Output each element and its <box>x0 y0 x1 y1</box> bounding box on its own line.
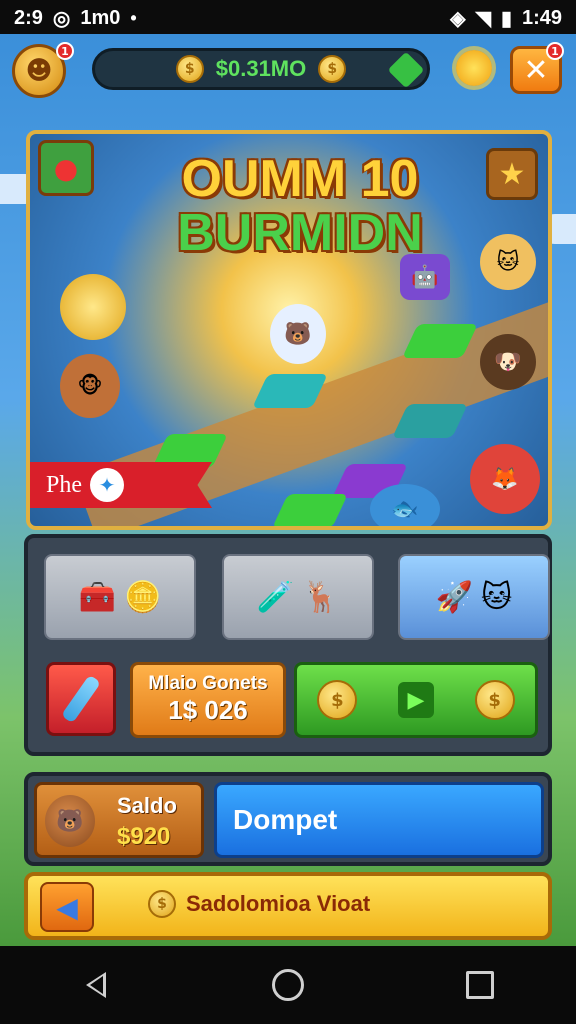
vibrate-icon: ◈ <box>450 8 466 30</box>
play-bar[interactable]: $ ▶ $ <box>294 662 538 738</box>
balance-panel: 🐻 Saldo $920 Dompet <box>24 772 552 866</box>
shop-item-deer[interactable]: 🧪 🦌 <box>222 554 374 640</box>
mega-offer-label: Mlaio Gonets <box>148 673 268 694</box>
nav-home-button[interactable] <box>258 955 318 1015</box>
saldo-label: Saldo <box>117 793 177 818</box>
nav-back-button[interactable] <box>66 955 126 1015</box>
avatar-icon: ☻ <box>25 56 53 86</box>
pen-tool-button[interactable] <box>46 662 116 736</box>
wifi-icon: ◥ <box>475 8 491 30</box>
currency-value: $0.31MO <box>215 56 307 81</box>
rocket-icon: 🚀 <box>435 579 474 615</box>
coin-icon: $ <box>175 55 204 83</box>
cat-character: 🐱 <box>480 234 536 290</box>
deer-icon: 🦌 <box>302 579 340 615</box>
dompet-label: Dompet <box>233 804 338 835</box>
potion-icon: 🧪 <box>256 579 294 615</box>
saldo-card[interactable]: 🐻 Saldo $920 <box>34 782 204 858</box>
status-time-left: 2:9 <box>14 7 43 29</box>
pen-icon <box>60 674 102 724</box>
saldo-value: $920 <box>117 823 171 850</box>
cat-icon: 🐱 <box>481 579 513 615</box>
dompet-button[interactable]: Dompet <box>214 782 544 858</box>
location-icon: ◎ <box>52 8 71 30</box>
shop-item-rocket[interactable]: 🚀 🐱 <box>398 554 550 640</box>
signal-icon: ▮ <box>500 8 512 30</box>
apple-icon[interactable]: ● <box>38 140 94 196</box>
banner-title-line2: BURMIDN <box>177 204 423 262</box>
notification-dot: • <box>130 8 137 28</box>
home-icon <box>272 969 304 1001</box>
adventurer-character: 🐵 <box>60 354 120 418</box>
status-time-right: 1:49 <box>521 7 562 29</box>
system-nav-bar <box>0 946 576 1024</box>
close-icon: ✕ <box>523 52 549 88</box>
bear-character: 🐻 <box>270 304 326 364</box>
dog-character: 🐶 <box>480 334 536 390</box>
status-carrier: 1m0 <box>80 7 121 29</box>
banner-title: OUMM 10 BURMIDN <box>140 152 460 260</box>
status-bar-right: ◈ ◥ ▮ 1:49 <box>450 6 562 31</box>
status-bar-left: 2:9 ◎ 1m0 • <box>14 6 137 31</box>
ribbon-label: Phe <box>46 471 82 498</box>
banner-ribbon[interactable]: Phe ✦ <box>30 462 212 508</box>
sun-icon[interactable] <box>456 50 492 86</box>
coin-icon: $ <box>148 890 176 918</box>
fox-character: 🦊 <box>470 444 540 514</box>
chest-icon: 🧰 <box>78 579 116 615</box>
game-screen: ☻ 1 $ $0.31MO $ ✕ 1 🐻 🐵 🐱 🐶 🦊 🐟 🤖 ● ★ OU… <box>0 34 576 946</box>
banner-title-line1: OUMM 10 <box>181 150 419 208</box>
fish-character: 🐟 <box>370 484 440 526</box>
ribbon-play-button[interactable]: ✦ <box>90 468 124 502</box>
nav-recents-button[interactable] <box>450 955 510 1015</box>
saldo-avatar-icon: 🐻 <box>45 795 95 847</box>
back-icon <box>86 972 106 998</box>
recents-icon <box>466 971 494 999</box>
board-tile <box>272 494 348 526</box>
coin-icon: $ <box>474 680 515 720</box>
coin-icon: 🪙 <box>124 579 162 615</box>
shop-panel: 🧰 🪙 🧪 🦌 🚀 🐱 Mlaio Gonets 1$ 026 $ ▶ $ <box>24 534 552 756</box>
avatar-notification-badge: 1 <box>56 42 74 60</box>
back-button[interactable]: ◀ <box>40 882 94 932</box>
star-icon[interactable]: ★ <box>486 148 538 200</box>
back-arrow-icon: ◀ <box>56 890 78 924</box>
shop-item-chests[interactable]: 🧰 🪙 <box>44 554 196 640</box>
mega-offer-price: 1$ 026 <box>168 695 248 725</box>
promo-content: $ Sadolomioa Vioat <box>148 890 370 918</box>
big-coin-decoration <box>60 274 126 340</box>
event-banner[interactable]: 🐻 🐵 🐱 🐶 🦊 🐟 🤖 ● ★ OUMM 10 BURMIDN Phe ✦ <box>26 130 552 530</box>
coin-icon: $ <box>317 680 358 720</box>
close-notification-badge: 1 <box>546 42 564 60</box>
coin-icon: $ <box>318 55 347 83</box>
play-icon[interactable]: ▶ <box>397 682 434 718</box>
mega-offer-button[interactable]: Mlaio Gonets 1$ 026 <box>130 662 286 738</box>
promo-text: Sadolomioa Vioat <box>186 891 371 916</box>
currency-display[interactable]: $ $0.31MO $ <box>92 48 430 90</box>
promo-bar[interactable]: ◀ $ Sadolomioa Vioat <box>24 872 552 940</box>
gem-icon <box>387 51 425 89</box>
status-bar: 2:9 ◎ 1m0 • ◈ ◥ ▮ 1:49 <box>0 0 576 34</box>
